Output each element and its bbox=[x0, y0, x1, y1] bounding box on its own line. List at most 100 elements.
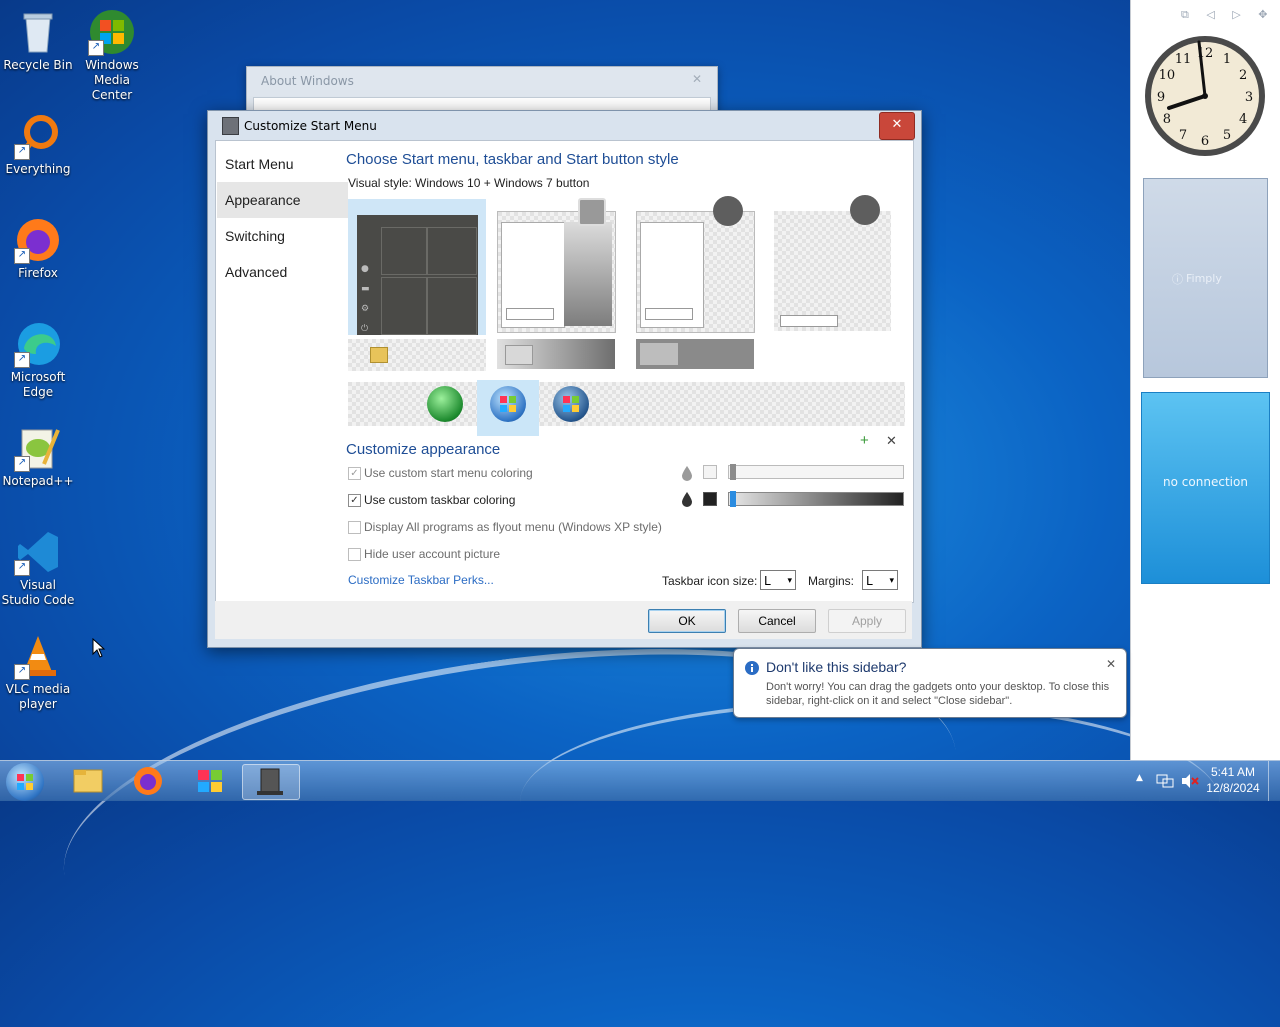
shortcut-arrow-icon: ↗ bbox=[14, 248, 30, 264]
sidebar-tip-balloon[interactable]: Don't like this sidebar? Don't worry! Yo… bbox=[733, 648, 1127, 718]
shortcut-arrow-icon: ↗ bbox=[14, 664, 30, 680]
feed-gadget[interactable]: no connection bbox=[1141, 392, 1270, 584]
gadget-sidebar[interactable]: ⧉ ◁ ▷ ✥ 12 1 2 3 4 5 6 7 8 9 10 11 ⓘ Fimply no conn… bbox=[1130, 0, 1280, 760]
nav-switching[interactable]: Switching bbox=[217, 218, 348, 254]
clock-numeral: 8 bbox=[1163, 112, 1171, 127]
balloon-close-button[interactable]: ✕ bbox=[1106, 657, 1116, 671]
taskbar-icon-size-select[interactable]: L ▾ bbox=[760, 570, 796, 590]
clock-numeral: 9 bbox=[1157, 90, 1165, 105]
shortcut-arrow-icon: ↗ bbox=[14, 352, 30, 368]
taskbar-explorer[interactable] bbox=[60, 764, 116, 798]
style-classic-two-column-option[interactable] bbox=[636, 196, 755, 333]
notepadpp-icon: ↗ bbox=[14, 424, 62, 472]
taskbar-firefox[interactable] bbox=[120, 764, 176, 798]
ok-button[interactable]: OK bbox=[648, 609, 726, 633]
slider-thumb[interactable] bbox=[730, 464, 736, 480]
taskbar-tint-icon bbox=[682, 492, 692, 507]
custom-taskbar-coloring-checkbox[interactable]: ✓ bbox=[348, 494, 361, 507]
taskbar-clock[interactable]: 5:41 AM 12/8/2024 bbox=[1200, 764, 1266, 796]
style-classic-option[interactable] bbox=[774, 195, 891, 331]
clock-numeral: 6 bbox=[1201, 134, 1209, 149]
chevron-down-icon: ▾ bbox=[787, 576, 792, 586]
desktop-icon-label: Firefox bbox=[18, 266, 58, 280]
add-icon[interactable]: + bbox=[860, 432, 869, 449]
sidebar-controls[interactable]: ⧉ ◁ ▷ ✥ bbox=[1181, 8, 1274, 22]
start-button[interactable] bbox=[6, 763, 44, 801]
taskbar-icon-size-label: Taskbar icon size: bbox=[662, 574, 758, 588]
desktop-icon-everything[interactable]: ↗ Everything bbox=[0, 112, 76, 177]
remove-icon[interactable]: ✕ bbox=[886, 433, 897, 449]
taskbar-classic-shell[interactable] bbox=[242, 764, 300, 800]
clock-numeral: 1 bbox=[1223, 52, 1231, 67]
volume-muted-icon[interactable] bbox=[1180, 773, 1200, 789]
taskbar-opacity-slider[interactable] bbox=[728, 491, 904, 507]
hide-user-picture-checkbox[interactable] bbox=[348, 548, 361, 561]
desktop-icon-label: Notepad++ bbox=[2, 474, 74, 488]
classic-shell-icon bbox=[257, 768, 283, 795]
windows-flag-icon bbox=[17, 774, 33, 790]
vscode-icon: ↗ bbox=[14, 528, 62, 576]
margins-select[interactable]: L ▾ bbox=[862, 570, 898, 590]
customize-appearance-heading: Customize appearance bbox=[346, 441, 501, 458]
flyout-menu-label: Display All programs as flyout menu (Win… bbox=[364, 520, 662, 534]
clock-numeral: 3 bbox=[1245, 90, 1253, 105]
desktop-icon-media-center[interactable]: ↗ Windows Media Center bbox=[74, 8, 150, 103]
clock-gadget[interactable]: 12 1 2 3 4 5 6 7 8 9 10 11 bbox=[1141, 32, 1269, 160]
taskbar-color-swatch[interactable] bbox=[703, 492, 717, 506]
wallpaper-swoosh bbox=[520, 700, 1220, 904]
classic-taskbar-preview bbox=[636, 339, 754, 369]
customize-taskbar-perks-link[interactable]: Customize Taskbar Perks... bbox=[348, 573, 494, 587]
clock-numeral: 7 bbox=[1179, 128, 1187, 143]
start-button-classic-shell-option[interactable] bbox=[427, 386, 463, 422]
no-connection-text: no connection bbox=[1163, 475, 1248, 489]
select-value: L bbox=[866, 574, 873, 588]
windows10-taskbar-preview bbox=[348, 339, 486, 371]
desktop-icon-edge[interactable]: ↗ Microsoft Edge bbox=[0, 320, 76, 400]
desktop-icon-vlc[interactable]: ↗ VLC media player bbox=[0, 632, 76, 712]
clock-face-icon: 12 12 3 45678 9 1011 bbox=[1145, 36, 1265, 156]
nav-appearance[interactable]: Appearance bbox=[217, 182, 348, 218]
nav-start-menu[interactable]: Start Menu bbox=[217, 146, 348, 182]
show-desktop-button[interactable] bbox=[1268, 761, 1280, 801]
windows7-taskbar-preview bbox=[497, 339, 615, 369]
desktop-icon-firefox[interactable]: ↗ Firefox bbox=[0, 216, 76, 281]
visual-style-label: Visual style: bbox=[348, 176, 412, 190]
custom-start-menu-coloring-checkbox[interactable]: ✓ bbox=[348, 467, 361, 480]
start-button-custom-option[interactable] bbox=[553, 386, 589, 422]
dialog-close-button[interactable]: ✕ bbox=[879, 112, 915, 140]
taskbar-windows-media[interactable] bbox=[182, 764, 238, 798]
shortcut-arrow-icon: ↗ bbox=[14, 144, 30, 160]
dialog-title: Customize Start Menu bbox=[244, 119, 377, 133]
folder-icon bbox=[73, 769, 103, 793]
mouse-cursor-icon bbox=[92, 638, 106, 658]
everything-icon: ↗ bbox=[14, 112, 62, 160]
desktop-icon-recycle-bin[interactable]: Recycle Bin bbox=[0, 8, 76, 73]
nav-advanced[interactable]: Advanced bbox=[217, 254, 348, 290]
clock-date: 12/8/2024 bbox=[1206, 781, 1260, 795]
desktop-icon-label: Microsoft Edge bbox=[10, 370, 66, 399]
apply-button[interactable]: Apply bbox=[828, 609, 906, 633]
start-menu-opacity-slider[interactable] bbox=[728, 464, 904, 480]
customize-start-menu-dialog[interactable]: Customize Start Menu ✕ Start Menu Appear… bbox=[207, 110, 922, 648]
start-button-windows7-option[interactable] bbox=[490, 386, 526, 422]
desktop-icon-label: VLC media player bbox=[5, 682, 71, 711]
desktop-icon-label: Visual Studio Code bbox=[1, 578, 75, 607]
desktop-icon-vscode[interactable]: ↗ Visual Studio Code bbox=[0, 528, 76, 608]
start-menu-color-swatch[interactable] bbox=[703, 465, 717, 479]
recycle-bin-icon bbox=[14, 8, 62, 56]
style-windows10-option[interactable]: ● ▬ ⚙ ⏻ bbox=[348, 199, 486, 371]
gadget-label: Fimply bbox=[1186, 272, 1222, 285]
desktop-icon-notepadpp[interactable]: ↗ Notepad++ bbox=[0, 424, 76, 489]
dialog-footer: OK Cancel Apply bbox=[215, 601, 912, 639]
custom-taskbar-coloring-label: Use custom taskbar coloring bbox=[364, 493, 516, 507]
weather-gadget[interactable]: ⓘ Fimply bbox=[1143, 178, 1268, 378]
about-close-button[interactable]: ✕ bbox=[687, 72, 707, 88]
style-windows7-option[interactable] bbox=[497, 198, 616, 333]
firefox-icon: ↗ bbox=[14, 216, 62, 264]
classic-shell-icon bbox=[222, 117, 239, 135]
network-icon[interactable] bbox=[1156, 773, 1174, 789]
show-hidden-icons-button[interactable]: ▲ bbox=[1136, 773, 1143, 783]
flyout-menu-checkbox[interactable] bbox=[348, 521, 361, 534]
slider-thumb[interactable] bbox=[730, 491, 736, 507]
cancel-button[interactable]: Cancel bbox=[738, 609, 816, 633]
